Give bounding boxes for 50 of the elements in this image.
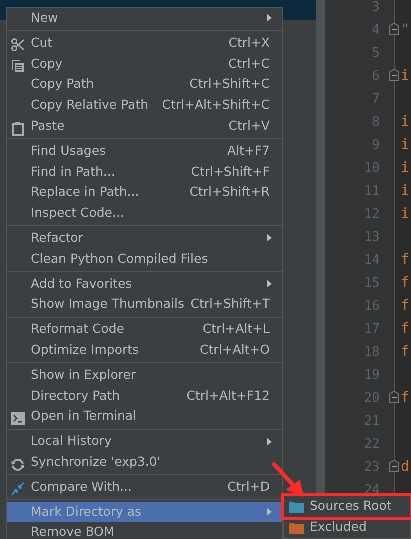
code-text: i [401, 113, 410, 132]
menu-item[interactable]: Synchronize 'exp3.0' [7, 452, 282, 473]
fold-icon[interactable] [389, 391, 400, 404]
menu-item[interactable]: Compare With... Ctrl+D [7, 476, 282, 498]
code-text: i [401, 67, 410, 86]
menu-item[interactable]: Paste Ctrl+V [7, 116, 282, 137]
menu-item[interactable]: Remove BOM [7, 522, 282, 539]
menu-item[interactable]: Local History [7, 431, 282, 452]
menu-item[interactable]: Replace in Path... Ctrl+Shift+R [7, 182, 282, 204]
code-text: i [401, 205, 410, 224]
code-text: i [401, 182, 410, 201]
menu-item[interactable]: Show Image Thumbnails Ctrl+Shift+T [7, 294, 282, 316]
fold-icon[interactable] [389, 69, 400, 82]
menu-item[interactable]: Open in Terminal [7, 406, 282, 428]
code-text: f [401, 274, 410, 293]
code-text: " [401, 21, 410, 40]
menu-item[interactable]: Show in Explorer [7, 364, 282, 386]
code-text: f [401, 297, 410, 316]
menu-item[interactable]: Copy Path Ctrl+Shift+C [7, 74, 282, 96]
menu-item[interactable]: Find Usages Alt+F7 [7, 140, 282, 162]
terminal-icon [11, 412, 25, 426]
menu-item[interactable]: Copy Ctrl+C [7, 54, 282, 74]
code-text: i [401, 136, 410, 155]
code-text: f [401, 343, 410, 362]
menu-item[interactable]: Directory Path Ctrl+Alt+F12 [7, 386, 282, 406]
clipboard-icon [11, 122, 25, 136]
scrollbar[interactable] [316, 0, 325, 494]
sync-icon [11, 458, 25, 472]
code-text: f [401, 320, 410, 339]
submenu-item[interactable]: Sources Root [284, 496, 410, 517]
menu-item[interactable]: Clean Python Compiled Files [7, 248, 282, 270]
menu-item[interactable]: Find in Path... Ctrl+Shift+F [7, 162, 282, 182]
menu-item[interactable]: New [7, 8, 282, 29]
submenu-item[interactable]: Excluded [284, 517, 410, 538]
compare-icon [11, 482, 25, 496]
copy-icon [11, 59, 25, 74]
code-text: i [401, 159, 410, 178]
menu-item[interactable]: Add to Favorites [7, 274, 282, 294]
scissors-icon [11, 38, 25, 52]
fold-icon[interactable] [389, 460, 400, 473]
menu-item[interactable]: Optimize Imports Ctrl+Alt+O [7, 340, 282, 361]
menu-item[interactable]: Inspect Code... [7, 203, 282, 224]
fold-icon[interactable] [389, 23, 400, 36]
code-text: d [401, 458, 410, 477]
menu-item[interactable]: Copy Relative Path Ctrl+Alt+Shift+C [7, 95, 282, 116]
menu-item[interactable]: Refactor [7, 228, 282, 249]
code-text: f [401, 389, 410, 408]
menu-item[interactable]: Reformat Code Ctrl+Alt+L [7, 319, 282, 340]
code-text: f [401, 251, 410, 270]
menu-item[interactable]: Cut Ctrl+X [7, 32, 282, 54]
